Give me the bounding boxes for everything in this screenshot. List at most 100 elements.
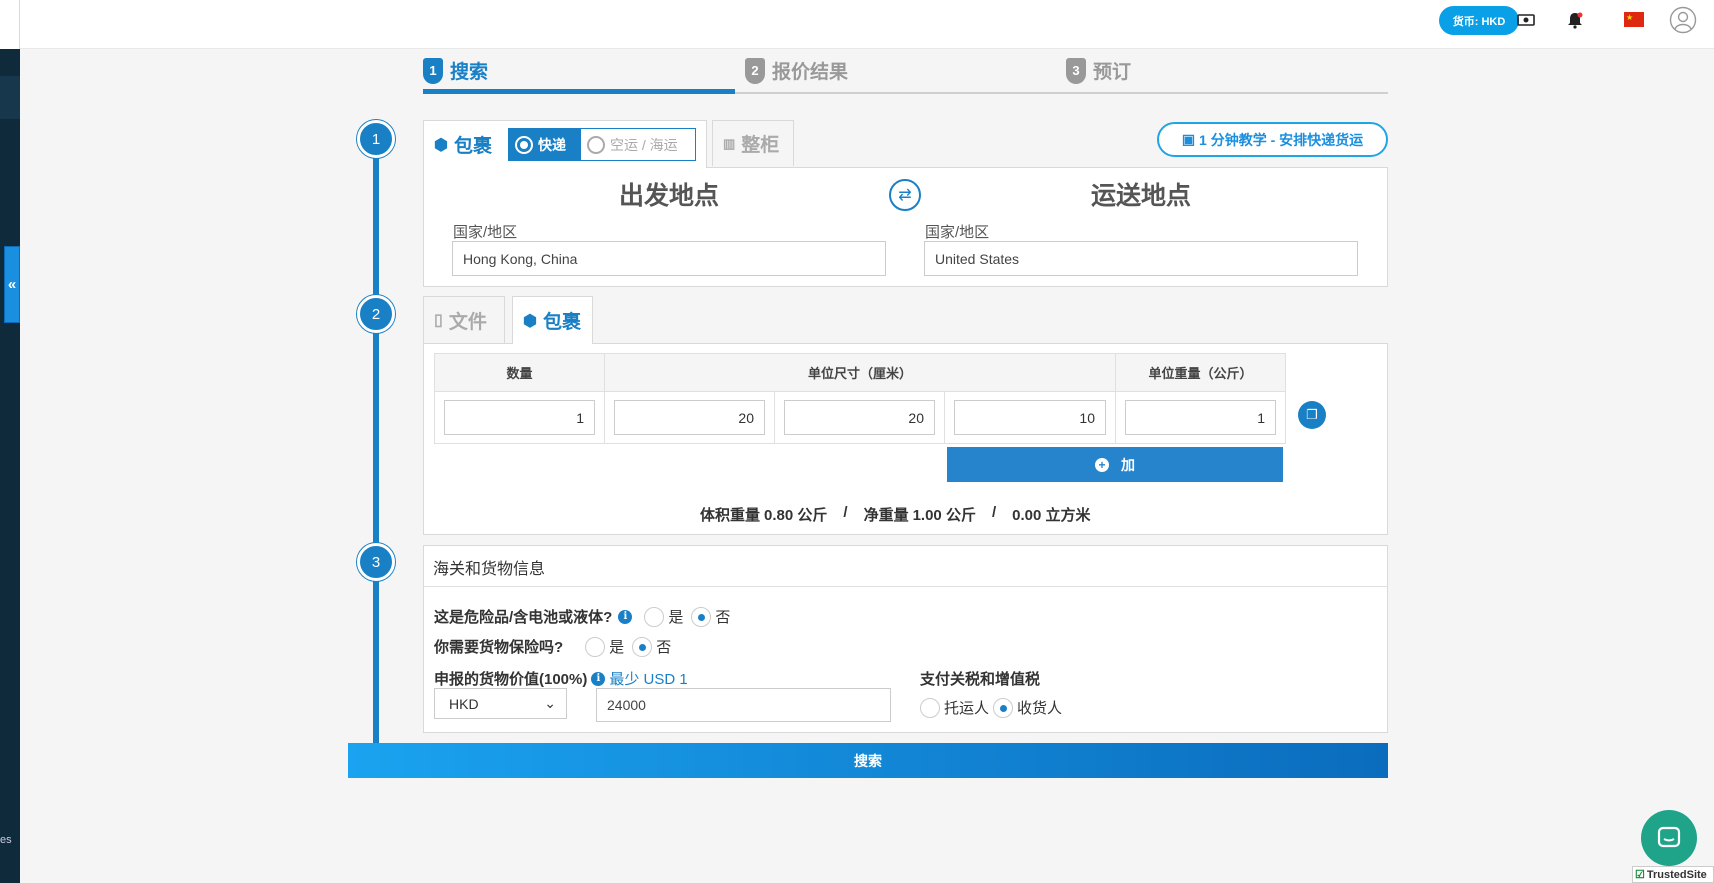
table-header-row: 数量 单位尺寸（厘米） 单位重量（公斤）: [434, 353, 1286, 392]
origin-country-input[interactable]: Hong Kong, China: [452, 241, 886, 276]
film-icon: ▣: [1181, 131, 1196, 147]
chat-button[interactable]: [1641, 810, 1697, 866]
step-quote-results[interactable]: 2 报价结果: [745, 57, 848, 84]
trusted-site-badge[interactable]: ☑ TrustedSite: [1632, 866, 1714, 883]
option-label: 是: [609, 639, 625, 656]
net-weight-value: 1.00 公斤: [912, 507, 976, 524]
info-icon[interactable]: i: [591, 671, 606, 686]
insurance-no-option[interactable]: 否: [632, 636, 671, 657]
money-icon[interactable]: [1514, 8, 1538, 32]
currency-button[interactable]: 货币: HKD: [1439, 6, 1519, 35]
sidebar-active-item[interactable]: [0, 76, 20, 119]
plus-icon: +: [1095, 457, 1109, 472]
package-dimensions-table: 数量 单位尺寸（厘米） 单位重量（公斤） 1 20 20 10 1: [434, 353, 1286, 444]
origin-title: 出发地点: [618, 182, 719, 210]
user-avatar-icon[interactable]: [1668, 5, 1698, 35]
origin-country-label: 国家/地区: [453, 224, 518, 241]
quantity-input[interactable]: 1: [444, 400, 595, 435]
tab-label: 包裹: [542, 312, 581, 333]
box-icon: ⬢: [434, 136, 448, 154]
tab-container[interactable]: ▥ 整柜: [712, 120, 794, 166]
currency-select[interactable]: HKD ⌄: [434, 688, 567, 719]
destination-country-input[interactable]: United States: [924, 241, 1358, 276]
search-button[interactable]: 搜索: [348, 743, 1388, 778]
step-number: 2: [745, 57, 765, 84]
radio-empty-icon: [920, 697, 940, 718]
dangerous-no-option[interactable]: 否: [691, 606, 730, 627]
duplicate-row-button[interactable]: ❐: [1298, 401, 1326, 429]
step-search[interactable]: 1 搜索: [423, 57, 488, 84]
insurance-yes-option[interactable]: 是: [585, 636, 624, 657]
qty-header: 数量: [434, 353, 605, 392]
left-sidebar: es: [0, 0, 20, 883]
document-icon: ▯: [434, 312, 443, 329]
radio-selected-icon: [691, 606, 712, 627]
dimensions-header: 单位尺寸（厘米）: [604, 353, 1116, 392]
dangerous-yes-option[interactable]: 是: [644, 606, 683, 627]
radio-selected-icon: [993, 697, 1014, 718]
radio-selected-icon: [515, 135, 533, 154]
step-booking[interactable]: 3 预订: [1066, 57, 1131, 84]
mode-express-option[interactable]: 快递: [509, 129, 581, 160]
add-label: 加: [1121, 456, 1135, 473]
radio-empty-icon: [644, 606, 665, 627]
chat-bubble-icon: [1657, 826, 1681, 848]
radio-empty-icon: [585, 636, 606, 657]
destination-title: 运送地点: [1090, 182, 1191, 210]
sidebar-truncated-text: es: [0, 834, 12, 846]
duties-shipper-option[interactable]: 托运人: [920, 697, 989, 718]
duties-consignee-option[interactable]: 收货人: [993, 697, 1062, 718]
progress-steps: 1 搜索 2 报价结果 3 预订: [423, 55, 1388, 94]
weight-header: 单位重量（公斤）: [1115, 353, 1286, 392]
china-flag-icon[interactable]: [1624, 12, 1644, 27]
option-label: 否: [715, 609, 731, 626]
expand-sidebar-button[interactable]: «: [4, 246, 20, 323]
option-label: 托运人: [944, 700, 990, 717]
destination-country-label: 国家/地区: [925, 224, 990, 241]
tab-document[interactable]: ▯ 文件: [423, 296, 505, 343]
tab-label: 整柜: [741, 135, 780, 156]
table-row: 1 20 20 10 1: [434, 391, 1286, 444]
volume-cbm-value: 0.00 立方米: [1012, 507, 1091, 524]
length-input[interactable]: 20: [614, 400, 765, 435]
active-step-underline: [423, 89, 735, 94]
declared-value-row: 申报的货物价值(100%) i 最少 USD 1: [434, 668, 688, 689]
question-label: 你需要货物保险吗?: [434, 639, 564, 656]
info-icon[interactable]: i: [618, 609, 633, 624]
minimum-value-note: 最少 USD 1: [609, 671, 688, 688]
radio-selected-icon: [632, 636, 653, 657]
swap-locations-button[interactable]: ⇄: [889, 179, 921, 211]
check-icon: ☑: [1635, 869, 1645, 881]
mode-air-sea-option[interactable]: 空运 / 海运: [581, 129, 684, 160]
dangerous-goods-question: 这是危险品/含电池或液体? i 是 否: [434, 606, 730, 627]
width-input[interactable]: 20: [784, 400, 935, 435]
height-input[interactable]: 10: [954, 400, 1106, 435]
section-number-2: 2: [357, 295, 395, 333]
weight-input[interactable]: 1: [1125, 400, 1276, 435]
section-number-1: 1: [357, 120, 395, 158]
insurance-question: 你需要货物保险吗? 是 否: [434, 636, 671, 657]
timeline-line: [373, 125, 379, 745]
step-number: 3: [1066, 57, 1086, 84]
volumetric-weight-label: 体积重量: [700, 507, 761, 524]
tab-label: 文件: [448, 311, 487, 333]
volumetric-weight-value: 0.80 公斤: [764, 507, 828, 524]
option-label: 否: [656, 639, 672, 656]
shipping-mode-toggle[interactable]: 快递 空运 / 海运: [508, 128, 696, 161]
selected-currency: HKD: [449, 695, 479, 712]
declared-value-input[interactable]: 24000: [596, 688, 891, 722]
separator: /: [843, 504, 848, 521]
mode-label: 空运 / 海运: [610, 136, 678, 153]
section-number-3: 3: [357, 543, 395, 581]
duties-payer-options: 托运人 收货人: [912, 697, 1062, 718]
duties-label: 支付关税和增值税: [920, 668, 1040, 689]
tab-parcel[interactable]: ⬢ 包裹: [512, 296, 593, 344]
step-label: 报价结果: [772, 62, 849, 83]
add-package-button[interactable]: + 加: [947, 447, 1283, 482]
option-label: 收货人: [1017, 700, 1063, 717]
radio-empty-icon: [587, 135, 605, 154]
box-icon: ⬢: [523, 312, 537, 330]
container-icon: ▥: [723, 135, 736, 151]
bell-icon[interactable]: [1563, 8, 1587, 32]
tutorial-video-button[interactable]: ▣ 1 分钟教学 - 安排快递货运: [1157, 122, 1388, 157]
